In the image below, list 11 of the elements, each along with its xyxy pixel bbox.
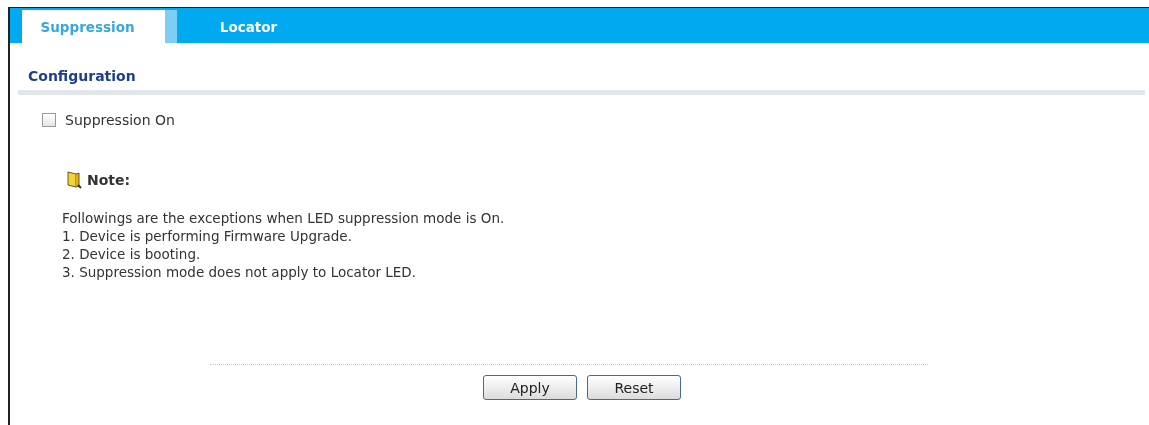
reset-button[interactable]: Reset <box>587 375 681 400</box>
apply-button[interactable]: Apply <box>483 375 577 400</box>
note-text: Followings are the exceptions when LED suppression mode is On. <box>62 209 506 227</box>
section-title: Configuration <box>28 68 137 84</box>
note-text: 1. Device is performing Firmware Upgrade. <box>62 227 353 245</box>
note-icon <box>66 171 82 189</box>
note-text: 3. Suppression mode does not apply to Locator LED. <box>62 263 417 281</box>
checkbox-label: Suppression On <box>65 112 175 128</box>
checkbox[interactable] <box>42 113 56 127</box>
note-text: 2. Device is booting. <box>62 245 202 263</box>
note-title: Note: <box>87 172 131 188</box>
